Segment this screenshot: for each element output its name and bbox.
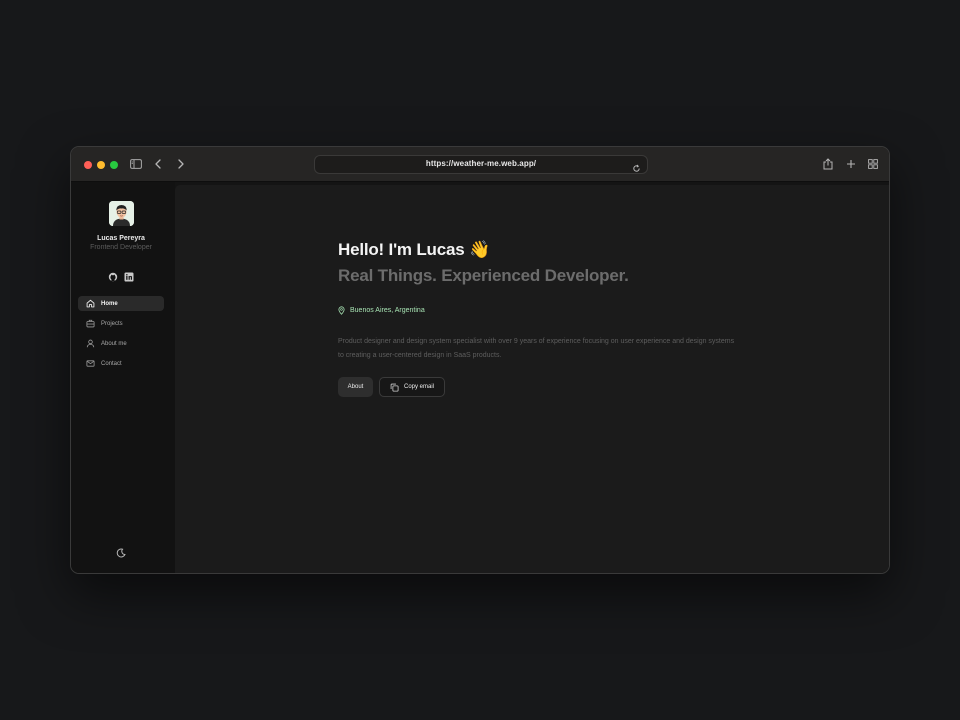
sidebar-item-label: Projects [101, 320, 123, 327]
mail-icon [86, 359, 95, 368]
browser-window: https://weather-me.web.app/ Lucas Pereyr… [70, 146, 890, 574]
address-bar[interactable]: https://weather-me.web.app/ [314, 155, 648, 174]
copy-email-button[interactable]: Copy email [379, 377, 445, 397]
hero-description: Product designer and design system speci… [338, 338, 735, 359]
address-url: https://weather-me.web.app/ [425, 159, 537, 168]
github-icon[interactable] [108, 269, 118, 282]
home-icon [86, 299, 95, 308]
wave-emoji: 👋 [469, 240, 490, 259]
sidebar-item-projects[interactable]: Projects [78, 316, 164, 331]
location: Buenos Aires, Argentina [338, 306, 425, 315]
share-icon[interactable] [821, 157, 835, 171]
hero-greeting: Hello! I'm Lucas 👋 [338, 240, 490, 260]
briefcase-icon [86, 319, 95, 328]
moon-icon[interactable] [116, 545, 126, 558]
about-button[interactable]: About [338, 377, 373, 397]
sidebar-item-about-me[interactable]: About me [78, 336, 164, 351]
sidebar-item-label: About me [101, 340, 127, 347]
profile-role: Frontend Developer [90, 244, 152, 251]
minimize-window-button[interactable] [97, 161, 105, 169]
forward-icon[interactable] [174, 157, 188, 171]
back-icon[interactable] [151, 157, 165, 171]
sidebar-item-label: Home [101, 300, 118, 307]
avatar [109, 201, 134, 226]
new-tab-icon[interactable] [844, 157, 858, 171]
sidebar-item-label: Contact [101, 360, 122, 367]
map-pin-icon [338, 306, 345, 315]
linkedin-icon[interactable] [124, 269, 134, 282]
copy-icon [390, 383, 399, 392]
greeting-text: Hello! I'm Lucas [338, 240, 465, 259]
profile-name: Lucas Pereyra [97, 235, 145, 242]
main-content: Hello! I'm Lucas 👋 Real Things. Experien… [175, 185, 889, 573]
sidebar-item-contact[interactable]: Contact [78, 356, 164, 371]
close-window-button[interactable] [84, 161, 92, 169]
zoom-window-button[interactable] [110, 161, 118, 169]
reload-icon[interactable] [632, 160, 641, 172]
sidebar: Lucas Pereyra Frontend Developer Home Pr… [71, 182, 175, 573]
location-text: Buenos Aires, Argentina [350, 307, 425, 314]
user-icon [86, 339, 95, 348]
browser-titlebar: https://weather-me.web.app/ [71, 147, 889, 182]
tab-overview-icon[interactable] [866, 157, 880, 171]
hero-tagline: Real Things. Experienced Developer. [338, 266, 629, 285]
copy-email-label: Copy email [403, 384, 434, 390]
sidebar-item-home[interactable]: Home [78, 296, 164, 311]
sidebar-toggle-icon[interactable] [129, 157, 143, 171]
